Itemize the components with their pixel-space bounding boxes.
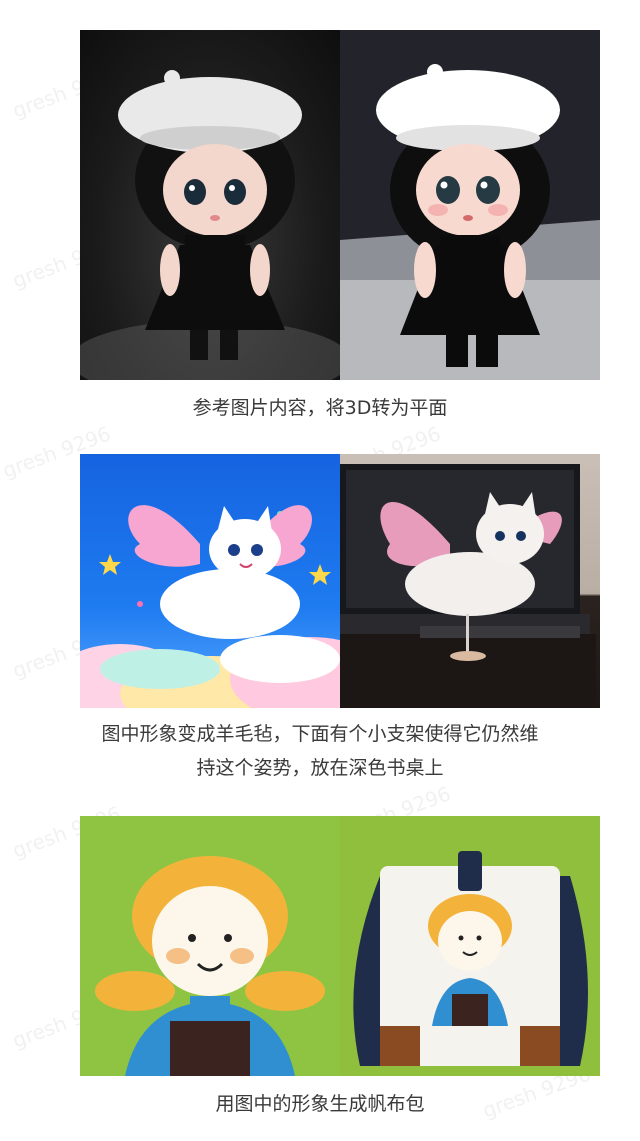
flying-cat-illustration (80, 454, 340, 708)
felt-cat-on-desk-photo (340, 454, 600, 708)
caption-example-2-line-1: 图中形象变成羊毛毡，下面有个小支架使得它仍然维 (101, 723, 539, 745)
doll-3d-photo (80, 30, 340, 380)
caption-example-1: 参考图片内容，将3D转为平面 (192, 397, 448, 419)
canvas-bag-photo (340, 816, 600, 1076)
example-felt-cat (80, 454, 600, 708)
doll-flat-illustration (340, 30, 600, 380)
girl-illustration (80, 816, 340, 1076)
caption-example-2-line-2: 持这个姿势，放在深色书桌上 (196, 757, 444, 779)
caption-example-3: 用图中的形象生成帆布包 (215, 1093, 425, 1115)
example-3d-to-flat (80, 30, 600, 380)
example-canvas-bag (80, 816, 600, 1076)
